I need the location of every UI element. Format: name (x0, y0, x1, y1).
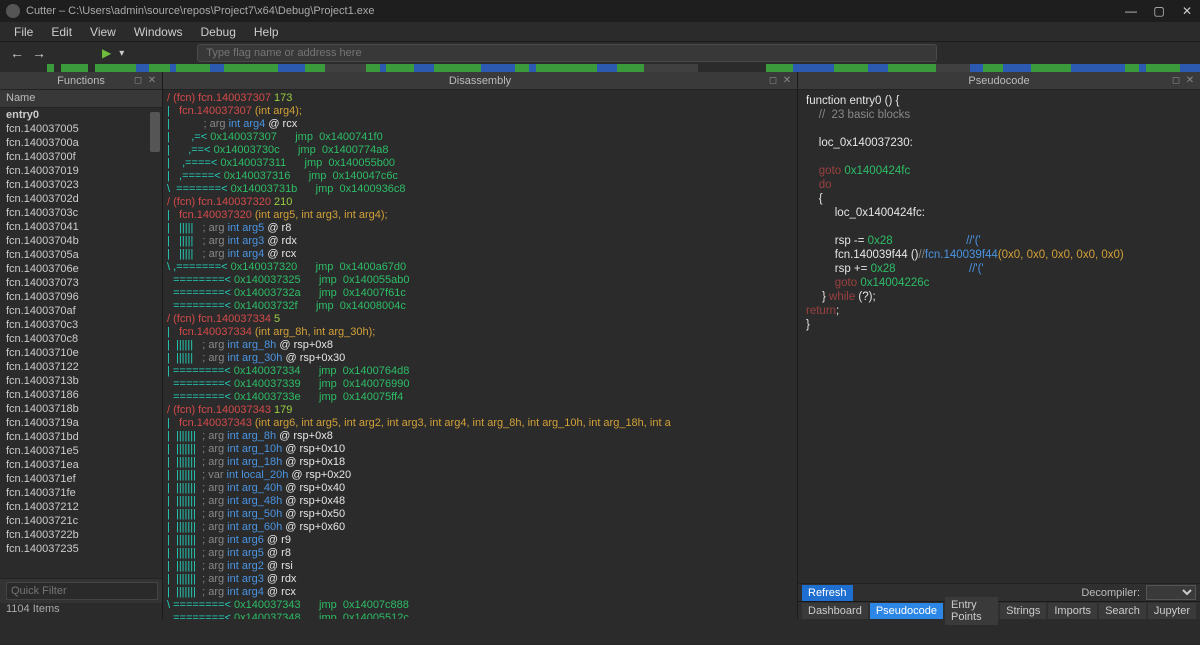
function-item[interactable]: fcn.14003704b (0, 234, 148, 248)
titlebar: Cutter – C:\Users\admin\source\repos\Pro… (0, 0, 1200, 22)
function-item[interactable]: fcn.140037235 (0, 542, 148, 556)
app-icon (6, 4, 20, 18)
pseudocode-view[interactable]: function entry0 () { // 23 basic blocks … (798, 90, 1200, 583)
function-list[interactable]: entry0fcn.140037005fcn.14003700afcn.1400… (0, 108, 148, 578)
function-item[interactable]: fcn.14003722b (0, 528, 148, 542)
close-icon[interactable]: ✕ (1180, 4, 1194, 18)
tab-jupyter[interactable]: Jupyter (1148, 603, 1196, 619)
function-item[interactable]: fcn.14003703c (0, 206, 148, 220)
functions-scrollbar[interactable] (148, 108, 162, 578)
function-item[interactable]: fcn.14003721c (0, 514, 148, 528)
menu-debug[interactable]: Debug (193, 23, 244, 41)
address-input[interactable] (197, 44, 937, 62)
function-item[interactable]: fcn.14003713b (0, 374, 148, 388)
function-item[interactable]: fcn.14003710e (0, 346, 148, 360)
function-item[interactable]: fcn.1400371ef (0, 472, 148, 486)
function-item[interactable]: fcn.14003706e (0, 262, 148, 276)
decompiler-label: Decompiler: (1081, 587, 1140, 599)
section-map[interactable] (0, 64, 1200, 72)
function-item[interactable]: fcn.14003702d (0, 192, 148, 206)
function-item[interactable]: fcn.140037073 (0, 276, 148, 290)
forward-button[interactable]: → (32, 45, 46, 61)
function-item[interactable]: fcn.1400370af (0, 304, 148, 318)
tab-search[interactable]: Search (1099, 603, 1146, 619)
menu-view[interactable]: View (82, 23, 124, 41)
detach-icon[interactable]: ◻ (132, 75, 144, 87)
function-item[interactable]: fcn.1400371bd (0, 430, 148, 444)
maximize-icon[interactable]: ▢ (1152, 4, 1166, 18)
pseudocode-header: Pseudocode ◻✕ (798, 72, 1200, 90)
functions-count: 1104 Items (0, 603, 162, 619)
disassembly-view[interactable]: / (fcn) fcn.140037307 173| fcn.140037307… (163, 90, 797, 619)
quick-filter-input[interactable] (6, 582, 158, 600)
menu-file[interactable]: File (6, 23, 41, 41)
detach-icon[interactable]: ◻ (1170, 75, 1182, 87)
function-item[interactable]: fcn.140037122 (0, 360, 148, 374)
close-panel-icon[interactable]: ✕ (146, 75, 158, 87)
close-panel-icon[interactable]: ✕ (781, 75, 793, 87)
function-item[interactable]: fcn.1400371fe (0, 486, 148, 500)
disassembly-header: Disassembly ◻✕ (163, 72, 797, 90)
function-item[interactable]: fcn.1400370c3 (0, 318, 148, 332)
tab-imports[interactable]: Imports (1048, 603, 1097, 619)
function-item[interactable]: fcn.140037005 (0, 122, 148, 136)
name-column-header[interactable]: Name (0, 90, 162, 108)
function-item[interactable]: fcn.140037019 (0, 164, 148, 178)
function-item[interactable]: fcn.14003705a (0, 248, 148, 262)
minimize-icon[interactable]: — (1124, 4, 1138, 18)
function-item[interactable]: fcn.14003700a (0, 136, 148, 150)
functions-header: Functions ◻✕ (0, 72, 162, 90)
function-item[interactable]: fcn.14003719a (0, 416, 148, 430)
back-button[interactable]: ← (10, 45, 24, 61)
decompiler-select[interactable] (1146, 585, 1196, 600)
close-panel-icon[interactable]: ✕ (1184, 75, 1196, 87)
function-item[interactable]: fcn.140037186 (0, 388, 148, 402)
menu-windows[interactable]: Windows (126, 23, 191, 41)
tab-entry-points[interactable]: Entry Points (945, 597, 998, 625)
function-item[interactable]: fcn.1400370c8 (0, 332, 148, 346)
function-item[interactable]: fcn.140037023 (0, 178, 148, 192)
function-item[interactable]: fcn.140037096 (0, 290, 148, 304)
refresh-button[interactable]: Refresh (802, 585, 853, 601)
function-item[interactable]: fcn.1400371ea (0, 458, 148, 472)
function-item[interactable]: fcn.140037041 (0, 220, 148, 234)
pseudocode-panel: Pseudocode ◻✕ function entry0 () { // 23… (798, 72, 1200, 619)
run-menu-button[interactable]: ▾ (119, 48, 124, 59)
disassembly-panel: Disassembly ◻✕ / (fcn) fcn.140037307 173… (163, 72, 798, 619)
function-item[interactable]: fcn.14003718b (0, 402, 148, 416)
tab-dashboard[interactable]: Dashboard (802, 603, 868, 619)
function-item[interactable]: entry0 (0, 108, 148, 122)
function-item[interactable]: fcn.140037212 (0, 500, 148, 514)
menubar: FileEditViewWindowsDebugHelp (0, 22, 1200, 42)
tab-strings[interactable]: Strings (1000, 603, 1046, 619)
function-item[interactable]: fcn.14003700f (0, 150, 148, 164)
menu-help[interactable]: Help (246, 23, 287, 41)
functions-panel: Functions ◻✕ Name entry0fcn.140037005fcn… (0, 72, 163, 619)
window-title: Cutter – C:\Users\admin\source\repos\Pro… (26, 5, 1124, 17)
tab-pseudocode[interactable]: Pseudocode (870, 603, 943, 619)
menu-edit[interactable]: Edit (43, 23, 80, 41)
run-button[interactable]: ▶ (102, 46, 111, 60)
detach-icon[interactable]: ◻ (767, 75, 779, 87)
function-item[interactable]: fcn.1400371e5 (0, 444, 148, 458)
toolbar: ← → ▶ ▾ (0, 42, 1200, 64)
